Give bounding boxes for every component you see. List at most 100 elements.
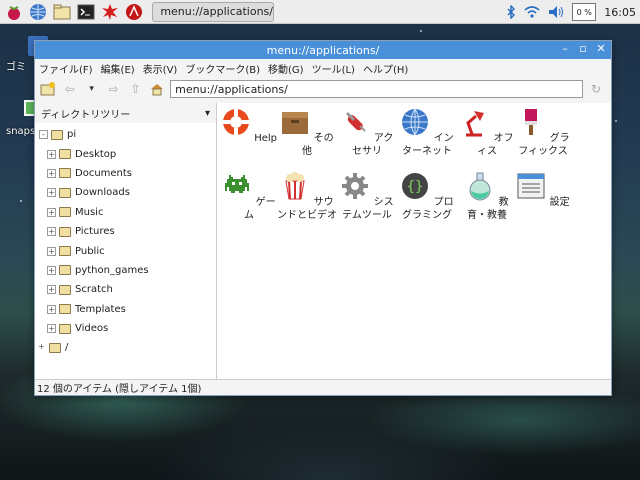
app-category-sound-video[interactable]: サウンドとビデオ: [277, 171, 337, 222]
code-braces-icon: {}: [402, 173, 429, 199]
desktop-icon-label: snaps: [6, 126, 36, 137]
collapse-toggle[interactable]: -: [39, 130, 48, 140]
web-browser-icon[interactable]: [28, 2, 48, 22]
menu-edit[interactable]: 編集(E): [101, 61, 135, 76]
home-folder-icon: [51, 129, 63, 140]
globe-icon: [402, 108, 429, 136]
clock[interactable]: 16:05: [604, 6, 636, 19]
tree-item-documents[interactable]: + Documents: [35, 164, 216, 183]
documents-folder-icon: [59, 168, 71, 179]
app-category-other[interactable]: その他: [277, 107, 337, 158]
app-category-games[interactable]: ゲーム: [219, 171, 279, 222]
app-category-internet[interactable]: インターネット: [397, 107, 457, 158]
bluetooth-icon[interactable]: [506, 5, 516, 19]
back-icon[interactable]: ⇦: [61, 80, 79, 98]
tree-item-pictures[interactable]: + Pictures: [35, 222, 216, 241]
menu-bookmarks[interactable]: ブックマーク(B): [185, 61, 260, 76]
mathematica-icon[interactable]: [124, 2, 144, 22]
tree-item-label: pi: [67, 129, 77, 141]
burst-app-icon[interactable]: [100, 2, 120, 22]
tree-item-videos[interactable]: + Videos: [35, 319, 216, 338]
expand-toggle[interactable]: +: [37, 343, 46, 353]
folder-icon: [59, 284, 71, 295]
directory-tree-panel: ディレクトリツリー ▾ - pi + Desktop + Documents +…: [35, 103, 217, 381]
downloads-folder-icon: [59, 187, 71, 198]
chevron-down-icon[interactable]: ▾: [205, 108, 210, 119]
settings-panel-icon: [517, 173, 545, 199]
window-title: menu://applications/: [266, 43, 380, 57]
tree-item-label: Downloads: [75, 187, 130, 199]
popcorn-icon: [285, 172, 305, 200]
expand-toggle[interactable]: +: [47, 149, 56, 159]
gear-icon: [342, 173, 369, 199]
tree-item-root[interactable]: + /: [35, 338, 216, 357]
expand-toggle[interactable]: +: [47, 265, 56, 275]
tree-item-downloads[interactable]: + Downloads: [35, 183, 216, 202]
paint-brush-icon: [525, 109, 538, 135]
expand-toggle[interactable]: +: [47, 168, 56, 178]
terminal-icon[interactable]: [76, 2, 96, 22]
public-folder-icon: [59, 246, 71, 257]
app-category-help[interactable]: Help: [219, 107, 279, 145]
directory-tree: - pi + Desktop + Documents + Downloads +…: [35, 123, 216, 358]
tree-item-scratch[interactable]: + Scratch: [35, 280, 216, 299]
flask-icon: [469, 172, 491, 201]
sidebar-title: ディレクトリツリー: [41, 109, 131, 121]
menubar: ファイル(F) 編集(E) 表示(V) ブックマーク(B) 移動(G) ツール(…: [35, 59, 611, 77]
app-category-graphics[interactable]: グラフィックス: [513, 107, 573, 158]
expand-toggle[interactable]: +: [47, 304, 56, 314]
taskbar-window-label: menu://applications/: [160, 5, 273, 18]
raspberry-menu-icon[interactable]: [4, 2, 24, 22]
star: [20, 200, 22, 202]
expand-toggle[interactable]: +: [47, 227, 56, 237]
volume-icon[interactable]: [548, 5, 564, 19]
window-titlebar[interactable]: menu://applications/ – ▫ ✕: [35, 41, 611, 59]
expand-toggle[interactable]: +: [47, 246, 56, 256]
forward-icon[interactable]: ⇨: [105, 80, 123, 98]
new-tab-icon[interactable]: [39, 80, 57, 98]
tree-item-pi[interactable]: - pi: [35, 125, 216, 144]
app-category-accessories[interactable]: アクセサリ: [337, 107, 397, 158]
menu-help[interactable]: ヘルプ(H): [363, 61, 408, 76]
item-label: Help: [254, 133, 277, 144]
statusbar: 12 個のアイテム (隠しアイテム 1個): [35, 379, 611, 395]
file-manager-icon[interactable]: [52, 2, 72, 22]
taskbar-window-button[interactable]: menu://applications/: [152, 1, 274, 22]
address-bar[interactable]: menu://applications/: [170, 80, 584, 98]
tree-item-label: Music: [75, 206, 104, 218]
taskbar: menu://applications/ 0 % 16:05: [0, 0, 640, 24]
item-label: 設定: [549, 197, 570, 208]
tree-item-label: python_games: [75, 264, 149, 276]
desktop-icon-label: ゴミ: [6, 62, 26, 73]
history-dropdown-icon[interactable]: ▾: [83, 80, 101, 98]
videos-folder-icon: [59, 323, 71, 334]
app-category-preferences[interactable]: 設定: [513, 171, 573, 209]
menu-go[interactable]: 移動(G): [268, 61, 304, 76]
expand-toggle[interactable]: +: [47, 324, 56, 334]
close-icon[interactable]: ✕: [595, 43, 607, 55]
address-text: menu://applications/: [175, 82, 288, 96]
tree-item-label: Desktop: [75, 148, 117, 160]
wifi-icon[interactable]: [524, 5, 540, 19]
tree-item-desktop[interactable]: + Desktop: [35, 144, 216, 163]
expand-toggle[interactable]: +: [47, 285, 56, 295]
app-category-system-tools[interactable]: システムツール: [337, 171, 397, 222]
expand-toggle[interactable]: +: [47, 188, 56, 198]
app-category-office[interactable]: オフィス: [457, 107, 517, 158]
maximize-icon[interactable]: ▫: [577, 43, 589, 55]
home-icon[interactable]: [148, 80, 166, 98]
go-icon[interactable]: ↻: [587, 80, 605, 98]
expand-toggle[interactable]: +: [47, 207, 56, 217]
minimize-icon[interactable]: –: [559, 43, 571, 55]
app-category-education[interactable]: 教育・教養: [457, 171, 517, 222]
up-icon[interactable]: ⇧: [126, 80, 144, 98]
menu-file[interactable]: ファイル(F): [39, 61, 93, 76]
tree-item-public[interactable]: + Public: [35, 241, 216, 260]
menu-view[interactable]: 表示(V): [143, 61, 178, 76]
sidebar-header[interactable]: ディレクトリツリー ▾: [35, 103, 216, 123]
menu-tools[interactable]: ツール(L): [312, 61, 355, 76]
tree-item-music[interactable]: + Music: [35, 203, 216, 222]
app-category-programming[interactable]: {} プログラミング: [397, 171, 457, 222]
tree-item-python-games[interactable]: + python_games: [35, 261, 216, 280]
tree-item-templates[interactable]: + Templates: [35, 300, 216, 319]
